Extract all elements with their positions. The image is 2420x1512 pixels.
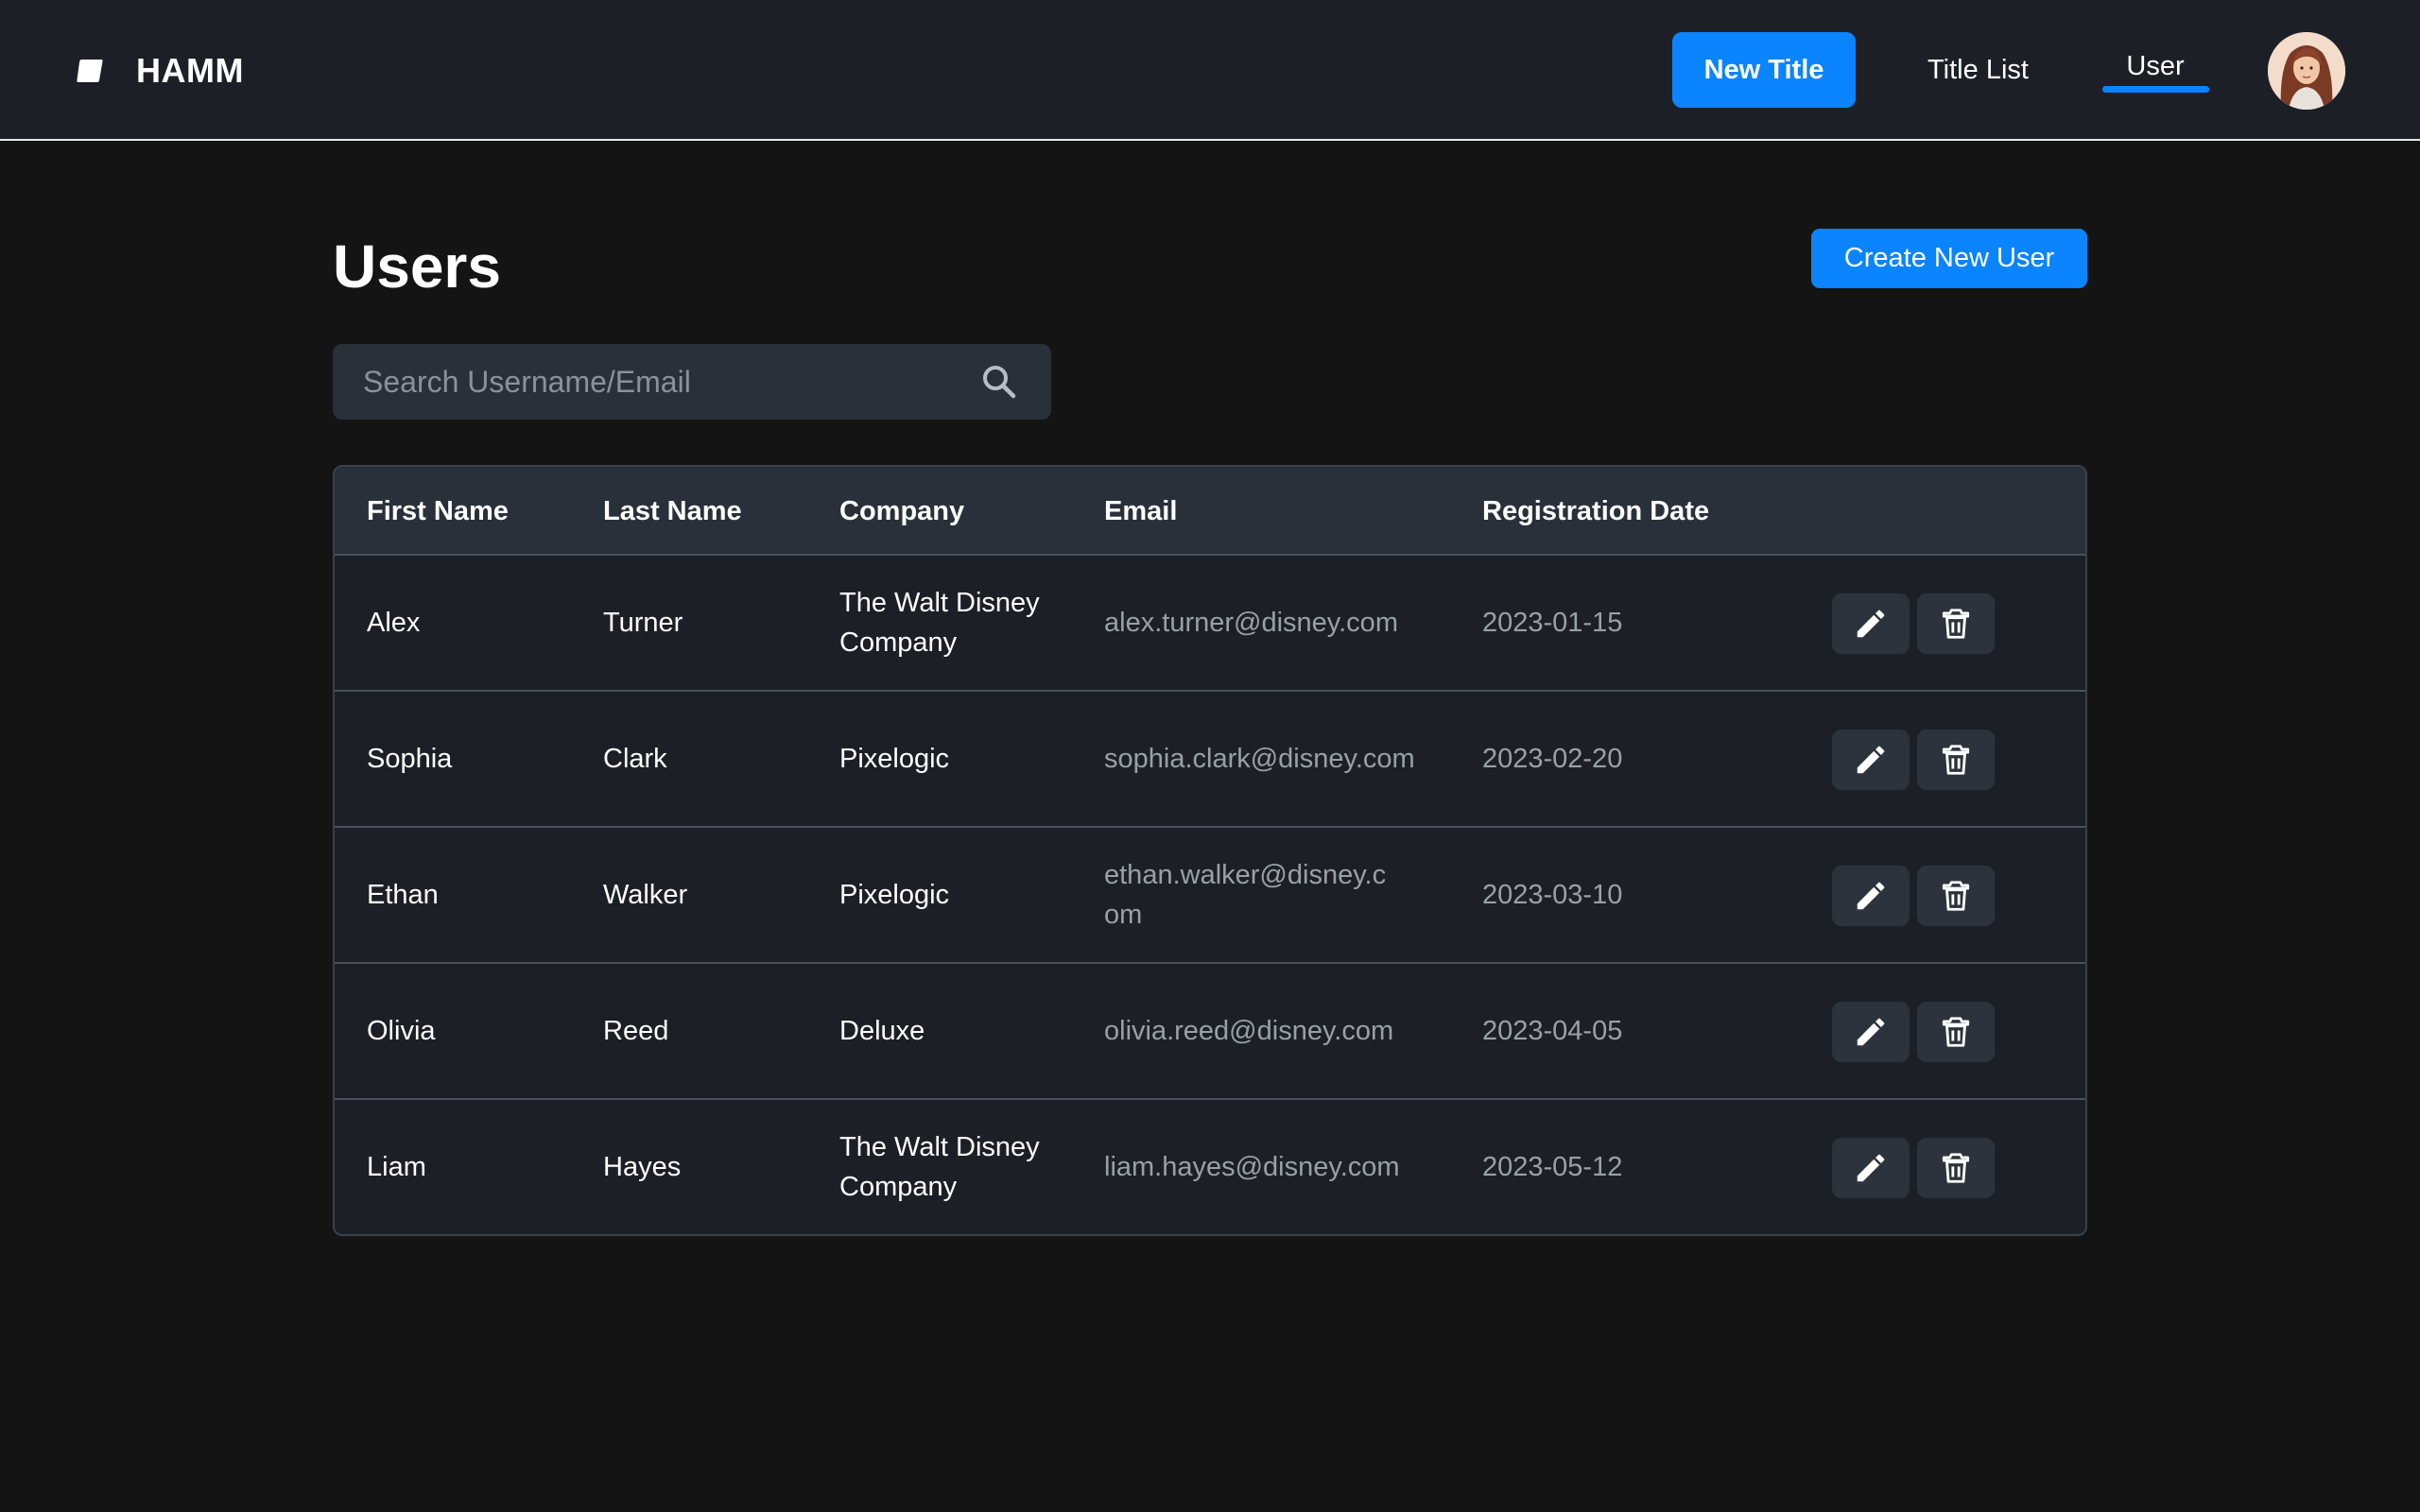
cell-last-name: Hayes bbox=[603, 1152, 682, 1182]
table-header: First Name Last Name Company Email Regis… bbox=[335, 467, 2085, 556]
cell-registration-date: 2023-05-12 bbox=[1482, 1152, 1623, 1182]
cell-company: The Walt Disney Company bbox=[839, 1132, 1040, 1202]
create-new-user-button[interactable]: Create New User bbox=[1811, 229, 2087, 288]
cell-last-name: Walker bbox=[603, 880, 688, 910]
cell-email: sophia.clark@disney.com bbox=[1104, 744, 1415, 774]
delete-user-button[interactable] bbox=[1917, 1138, 1995, 1198]
edit-user-button[interactable] bbox=[1832, 730, 1910, 790]
page-title: Users bbox=[333, 232, 501, 301]
pencil-icon bbox=[1857, 746, 1885, 774]
trash-icon bbox=[1942, 609, 1970, 639]
cell-company: Pixelogic bbox=[839, 880, 950, 910]
user-avatar[interactable] bbox=[2268, 32, 2345, 110]
edit-user-button[interactable] bbox=[1832, 593, 1910, 654]
nav-title-list[interactable]: Title List bbox=[1910, 42, 2047, 98]
top-nav-bar: HAMM New Title Title List User bbox=[0, 0, 2420, 141]
pencil-icon bbox=[1857, 882, 1885, 910]
delete-user-button[interactable] bbox=[1917, 593, 1995, 654]
cell-email: ethan.walker@disney.com bbox=[1104, 860, 1387, 930]
column-header-registration-date[interactable]: Registration Date bbox=[1482, 467, 1766, 556]
pencil-icon bbox=[1857, 1154, 1885, 1182]
table-row: Alex Turner The Walt Disney Company alex… bbox=[335, 556, 2085, 692]
cell-first-name: Olivia bbox=[367, 1016, 436, 1046]
delete-user-button[interactable] bbox=[1917, 730, 1995, 790]
cell-email: alex.turner@disney.com bbox=[1104, 608, 1398, 638]
cell-company: Pixelogic bbox=[839, 744, 950, 774]
edit-user-button[interactable] bbox=[1832, 1002, 1910, 1062]
table-row: Ethan Walker Pixelogic ethan.walker@disn… bbox=[335, 828, 2085, 964]
cell-last-name: Turner bbox=[603, 608, 683, 638]
column-header-first-name[interactable]: First Name bbox=[367, 467, 584, 556]
cell-email: liam.hayes@disney.com bbox=[1104, 1152, 1400, 1182]
table-row: Sophia Clark Pixelogic sophia.clark@disn… bbox=[335, 692, 2085, 828]
hamm-logo-icon bbox=[77, 60, 103, 82]
cell-first-name: Liam bbox=[367, 1152, 426, 1182]
delete-user-button[interactable] bbox=[1917, 1002, 1995, 1062]
brand[interactable]: HAMM bbox=[76, 47, 244, 94]
column-header-last-name[interactable]: Last Name bbox=[603, 467, 821, 556]
trash-icon bbox=[1942, 1153, 1970, 1183]
avatar-portrait-icon bbox=[2268, 32, 2345, 110]
pencil-icon bbox=[1857, 1018, 1885, 1046]
cell-registration-date: 2023-04-05 bbox=[1482, 1016, 1623, 1046]
cell-last-name: Clark bbox=[603, 744, 667, 774]
table-row: Olivia Reed Deluxe olivia.reed@disney.co… bbox=[335, 964, 2085, 1100]
cell-registration-date: 2023-03-10 bbox=[1482, 880, 1623, 910]
trash-icon bbox=[1942, 1017, 1970, 1047]
cell-registration-date: 2023-02-20 bbox=[1482, 744, 1623, 774]
table-row: Liam Hayes The Walt Disney Company liam.… bbox=[335, 1100, 2085, 1234]
column-header-company[interactable]: Company bbox=[839, 467, 1066, 556]
column-header-email[interactable]: Email bbox=[1104, 467, 1426, 556]
cell-company: The Walt Disney Company bbox=[839, 588, 1040, 658]
users-table: First Name Last Name Company Email Regis… bbox=[333, 465, 2087, 1236]
edit-user-button[interactable] bbox=[1832, 866, 1910, 926]
edit-user-button[interactable] bbox=[1832, 1138, 1910, 1198]
cell-first-name: Ethan bbox=[367, 880, 439, 910]
brand-name: HAMM bbox=[136, 51, 244, 90]
pencil-icon bbox=[1857, 610, 1885, 638]
cell-company: Deluxe bbox=[839, 1016, 925, 1046]
cell-registration-date: 2023-01-15 bbox=[1482, 608, 1623, 638]
new-title-button[interactable]: New Title bbox=[1672, 32, 1856, 108]
search-input[interactable] bbox=[363, 344, 968, 420]
delete-user-button[interactable] bbox=[1917, 866, 1995, 926]
search-box bbox=[333, 344, 1051, 420]
cell-last-name: Reed bbox=[603, 1016, 669, 1046]
cell-first-name: Alex bbox=[367, 608, 421, 638]
search-icon[interactable] bbox=[978, 361, 1020, 403]
cell-first-name: Sophia bbox=[367, 744, 453, 774]
active-nav-indicator bbox=[2102, 86, 2209, 93]
trash-icon bbox=[1942, 745, 1970, 775]
cell-email: olivia.reed@disney.com bbox=[1104, 1016, 1394, 1046]
trash-icon bbox=[1942, 881, 1970, 911]
